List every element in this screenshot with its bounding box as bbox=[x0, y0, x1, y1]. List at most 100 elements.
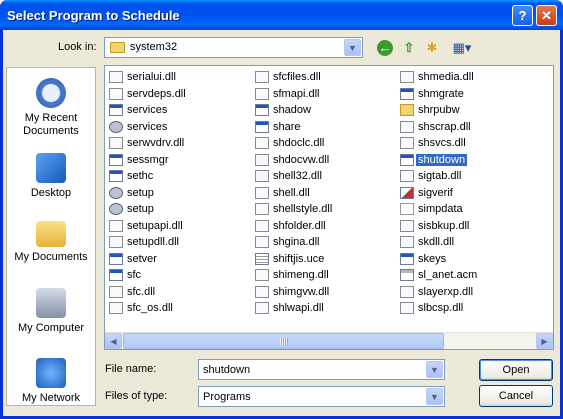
file-item[interactable]: sfc bbox=[107, 267, 253, 284]
new-folder-icon[interactable]: ✱ bbox=[423, 39, 441, 57]
dll-file-icon bbox=[400, 120, 414, 133]
file-icon bbox=[400, 87, 414, 100]
file-icon bbox=[109, 269, 123, 281]
file-item[interactable]: setver bbox=[107, 251, 253, 268]
file-column: sfcfiles.dll sfmapi.dll shadow share shdoclc… bbox=[253, 69, 399, 317]
my-documents-icon bbox=[36, 221, 66, 247]
file-item[interactable]: sfc_os.dll bbox=[107, 300, 253, 317]
cancel-button[interactable]: Cancel bbox=[479, 385, 553, 407]
dll-file-icon bbox=[109, 137, 123, 149]
file-name: sfcfiles.dll bbox=[273, 71, 321, 83]
dll-file-icon bbox=[255, 236, 269, 248]
dll-file-icon bbox=[400, 285, 414, 298]
file-item[interactable]: skdll.dll bbox=[398, 234, 544, 251]
file-icon bbox=[109, 252, 123, 265]
views-menu-icon[interactable]: ▦▾ bbox=[449, 39, 475, 57]
network-icon bbox=[36, 358, 66, 388]
file-item[interactable]: setupapi.dll bbox=[107, 218, 253, 235]
up-folder-icon[interactable]: ⇧ bbox=[400, 39, 418, 57]
file-item[interactable]: simpdata bbox=[398, 201, 544, 218]
file-item[interactable]: sl_anet.acm bbox=[398, 267, 544, 284]
place-my-documents[interactable]: My Documents bbox=[7, 217, 95, 264]
file-item[interactable]: shellstyle.dll bbox=[253, 201, 399, 218]
dll-file-icon bbox=[255, 71, 269, 83]
file-item[interactable]: slbcsp.dll bbox=[398, 300, 544, 317]
file-list[interactable]: serialui.dll servdeps.dll services services… bbox=[104, 65, 554, 350]
file-item[interactable]: shell.dll bbox=[253, 185, 399, 202]
dll-file-icon bbox=[109, 219, 123, 232]
file-name: sfmapi.dll bbox=[273, 87, 320, 100]
file-icon bbox=[109, 153, 123, 166]
place-label: Desktop bbox=[30, 187, 72, 199]
file-name: sethc bbox=[127, 170, 154, 182]
file-item[interactable]: setupdll.dll bbox=[107, 234, 253, 251]
help-button[interactable]: ? bbox=[512, 5, 533, 26]
file-item[interactable]: slayerxp.dll bbox=[398, 284, 544, 301]
scrollbar-thumb[interactable] bbox=[123, 333, 444, 349]
file-icon bbox=[400, 153, 414, 166]
dll-file-icon bbox=[255, 87, 269, 100]
file-item[interactable]: sfmapi.dll bbox=[253, 86, 399, 103]
back-icon[interactable]: ← bbox=[377, 40, 393, 56]
file-item[interactable]: sfcfiles.dll bbox=[253, 69, 399, 86]
file-name: sfc bbox=[127, 269, 142, 281]
file-item[interactable]: sessmgr bbox=[107, 152, 253, 169]
place-label: My Computer bbox=[17, 322, 85, 334]
file-name: serialui.dll bbox=[127, 71, 176, 83]
open-button[interactable]: Open bbox=[479, 359, 553, 381]
file-name: setupapi.dll bbox=[127, 219, 183, 232]
file-item[interactable]: shadow bbox=[253, 102, 399, 119]
file-name: simpdata bbox=[418, 203, 463, 215]
file-column: serialui.dll servdeps.dll services services… bbox=[107, 69, 253, 317]
file-item[interactable]: setup bbox=[107, 201, 253, 218]
file-item[interactable]: sfc.dll bbox=[107, 284, 253, 301]
file-item[interactable]: shgina.dll bbox=[253, 234, 399, 251]
chevron-down-icon[interactable]: ▼ bbox=[426, 388, 443, 405]
file-item[interactable]: shdoclc.dll bbox=[253, 135, 399, 152]
file-name: shmgrate bbox=[418, 87, 464, 100]
file-item[interactable]: shlwapi.dll bbox=[253, 300, 399, 317]
file-item[interactable]: shimeng.dll bbox=[253, 267, 399, 284]
file-item[interactable]: shutdown bbox=[398, 152, 544, 169]
place-label: My Recent Documents bbox=[23, 112, 79, 137]
place-my-computer[interactable]: My Computer bbox=[7, 288, 95, 335]
file-item[interactable]: serialui.dll bbox=[107, 69, 253, 86]
place-recent-documents[interactable]: My Recent Documents bbox=[7, 78, 95, 138]
file-item[interactable]: share bbox=[253, 119, 399, 136]
chevron-down-icon[interactable]: ▼ bbox=[344, 39, 361, 56]
file-item[interactable]: services bbox=[107, 119, 253, 136]
title-bar[interactable]: Select Program to Schedule ? ✕ bbox=[0, 0, 563, 30]
file-type-dropdown[interactable]: Programs ▼ bbox=[198, 386, 445, 407]
file-item[interactable]: shmedia.dll bbox=[398, 69, 544, 86]
file-item[interactable]: setup bbox=[107, 185, 253, 202]
file-item[interactable]: skeys bbox=[398, 251, 544, 268]
file-item[interactable]: sigtab.dll bbox=[398, 168, 544, 185]
file-item[interactable]: shimgvw.dll bbox=[253, 284, 399, 301]
file-item[interactable]: sigverif bbox=[398, 185, 544, 202]
file-item[interactable]: sisbkup.dll bbox=[398, 218, 544, 235]
file-item[interactable]: shmgrate bbox=[398, 86, 544, 103]
file-item[interactable]: shsvcs.dll bbox=[398, 135, 544, 152]
chevron-down-icon[interactable]: ▼ bbox=[426, 361, 443, 378]
look-in-dropdown[interactable]: system32 ▼ bbox=[104, 37, 363, 58]
place-my-network[interactable]: My Network bbox=[7, 358, 95, 405]
place-desktop[interactable]: Desktop bbox=[7, 153, 95, 200]
file-item[interactable]: servdeps.dll bbox=[107, 86, 253, 103]
file-icon bbox=[109, 186, 123, 199]
close-button[interactable]: ✕ bbox=[536, 5, 557, 26]
file-item[interactable]: shdocvw.dll bbox=[253, 152, 399, 169]
my-computer-icon bbox=[36, 288, 66, 318]
file-item[interactable]: shrpubw bbox=[398, 102, 544, 119]
scroll-left-icon[interactable]: ◀ bbox=[105, 333, 122, 349]
file-item[interactable]: serwvdrv.dll bbox=[107, 135, 253, 152]
file-name-field[interactable]: shutdown ▼ bbox=[198, 359, 445, 380]
file-icon bbox=[400, 269, 414, 281]
file-item[interactable]: shiftjis.uce bbox=[253, 251, 399, 268]
file-item[interactable]: sethc bbox=[107, 168, 253, 185]
file-item[interactable]: shscrap.dll bbox=[398, 119, 544, 136]
horizontal-scrollbar[interactable]: ◀ ▶ bbox=[105, 332, 553, 349]
file-item[interactable]: shell32.dll bbox=[253, 168, 399, 185]
file-item[interactable]: shfolder.dll bbox=[253, 218, 399, 235]
file-item[interactable]: services bbox=[107, 102, 253, 119]
scroll-right-icon[interactable]: ▶ bbox=[536, 333, 553, 349]
